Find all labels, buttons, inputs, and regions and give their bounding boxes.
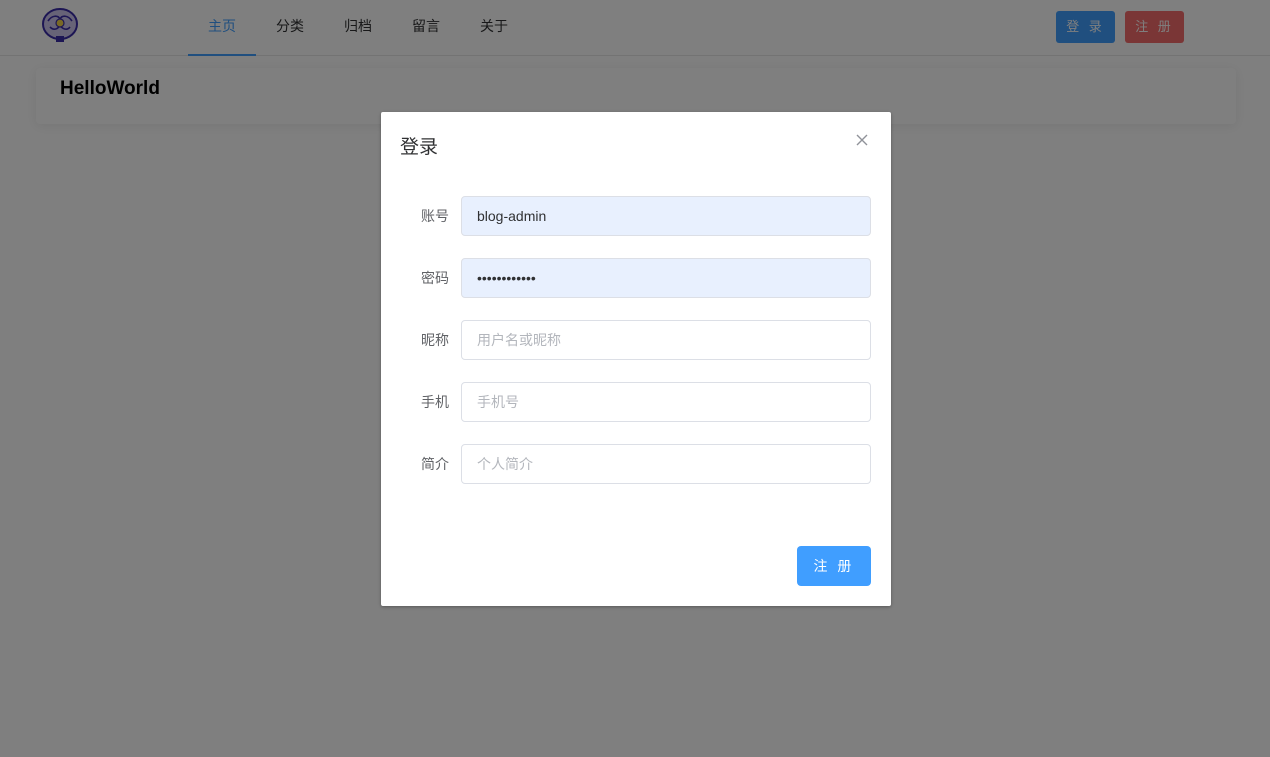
close-icon[interactable] [852, 130, 872, 150]
login-dialog: 登录 账号 密码 昵称 手机 简介 注 册 [381, 112, 891, 606]
dialog-title: 登录 [400, 137, 439, 158]
register-submit-button[interactable]: 注 册 [797, 546, 871, 586]
password-input[interactable] [461, 258, 871, 298]
form-row-account: 账号 [381, 196, 891, 236]
nickname-label: 昵称 [421, 332, 449, 348]
phone-input[interactable] [461, 382, 871, 422]
account-label: 账号 [421, 208, 449, 224]
nickname-input[interactable] [461, 320, 871, 360]
form-row-nickname: 昵称 [381, 320, 891, 360]
form-row-phone: 手机 [381, 382, 891, 422]
password-label: 密码 [421, 270, 449, 286]
phone-label: 手机 [421, 394, 449, 410]
bio-input[interactable] [461, 444, 871, 484]
form-row-password: 密码 [381, 258, 891, 298]
account-input[interactable] [461, 196, 871, 236]
form-row-bio: 简介 [381, 444, 891, 484]
bio-label: 简介 [421, 456, 449, 472]
